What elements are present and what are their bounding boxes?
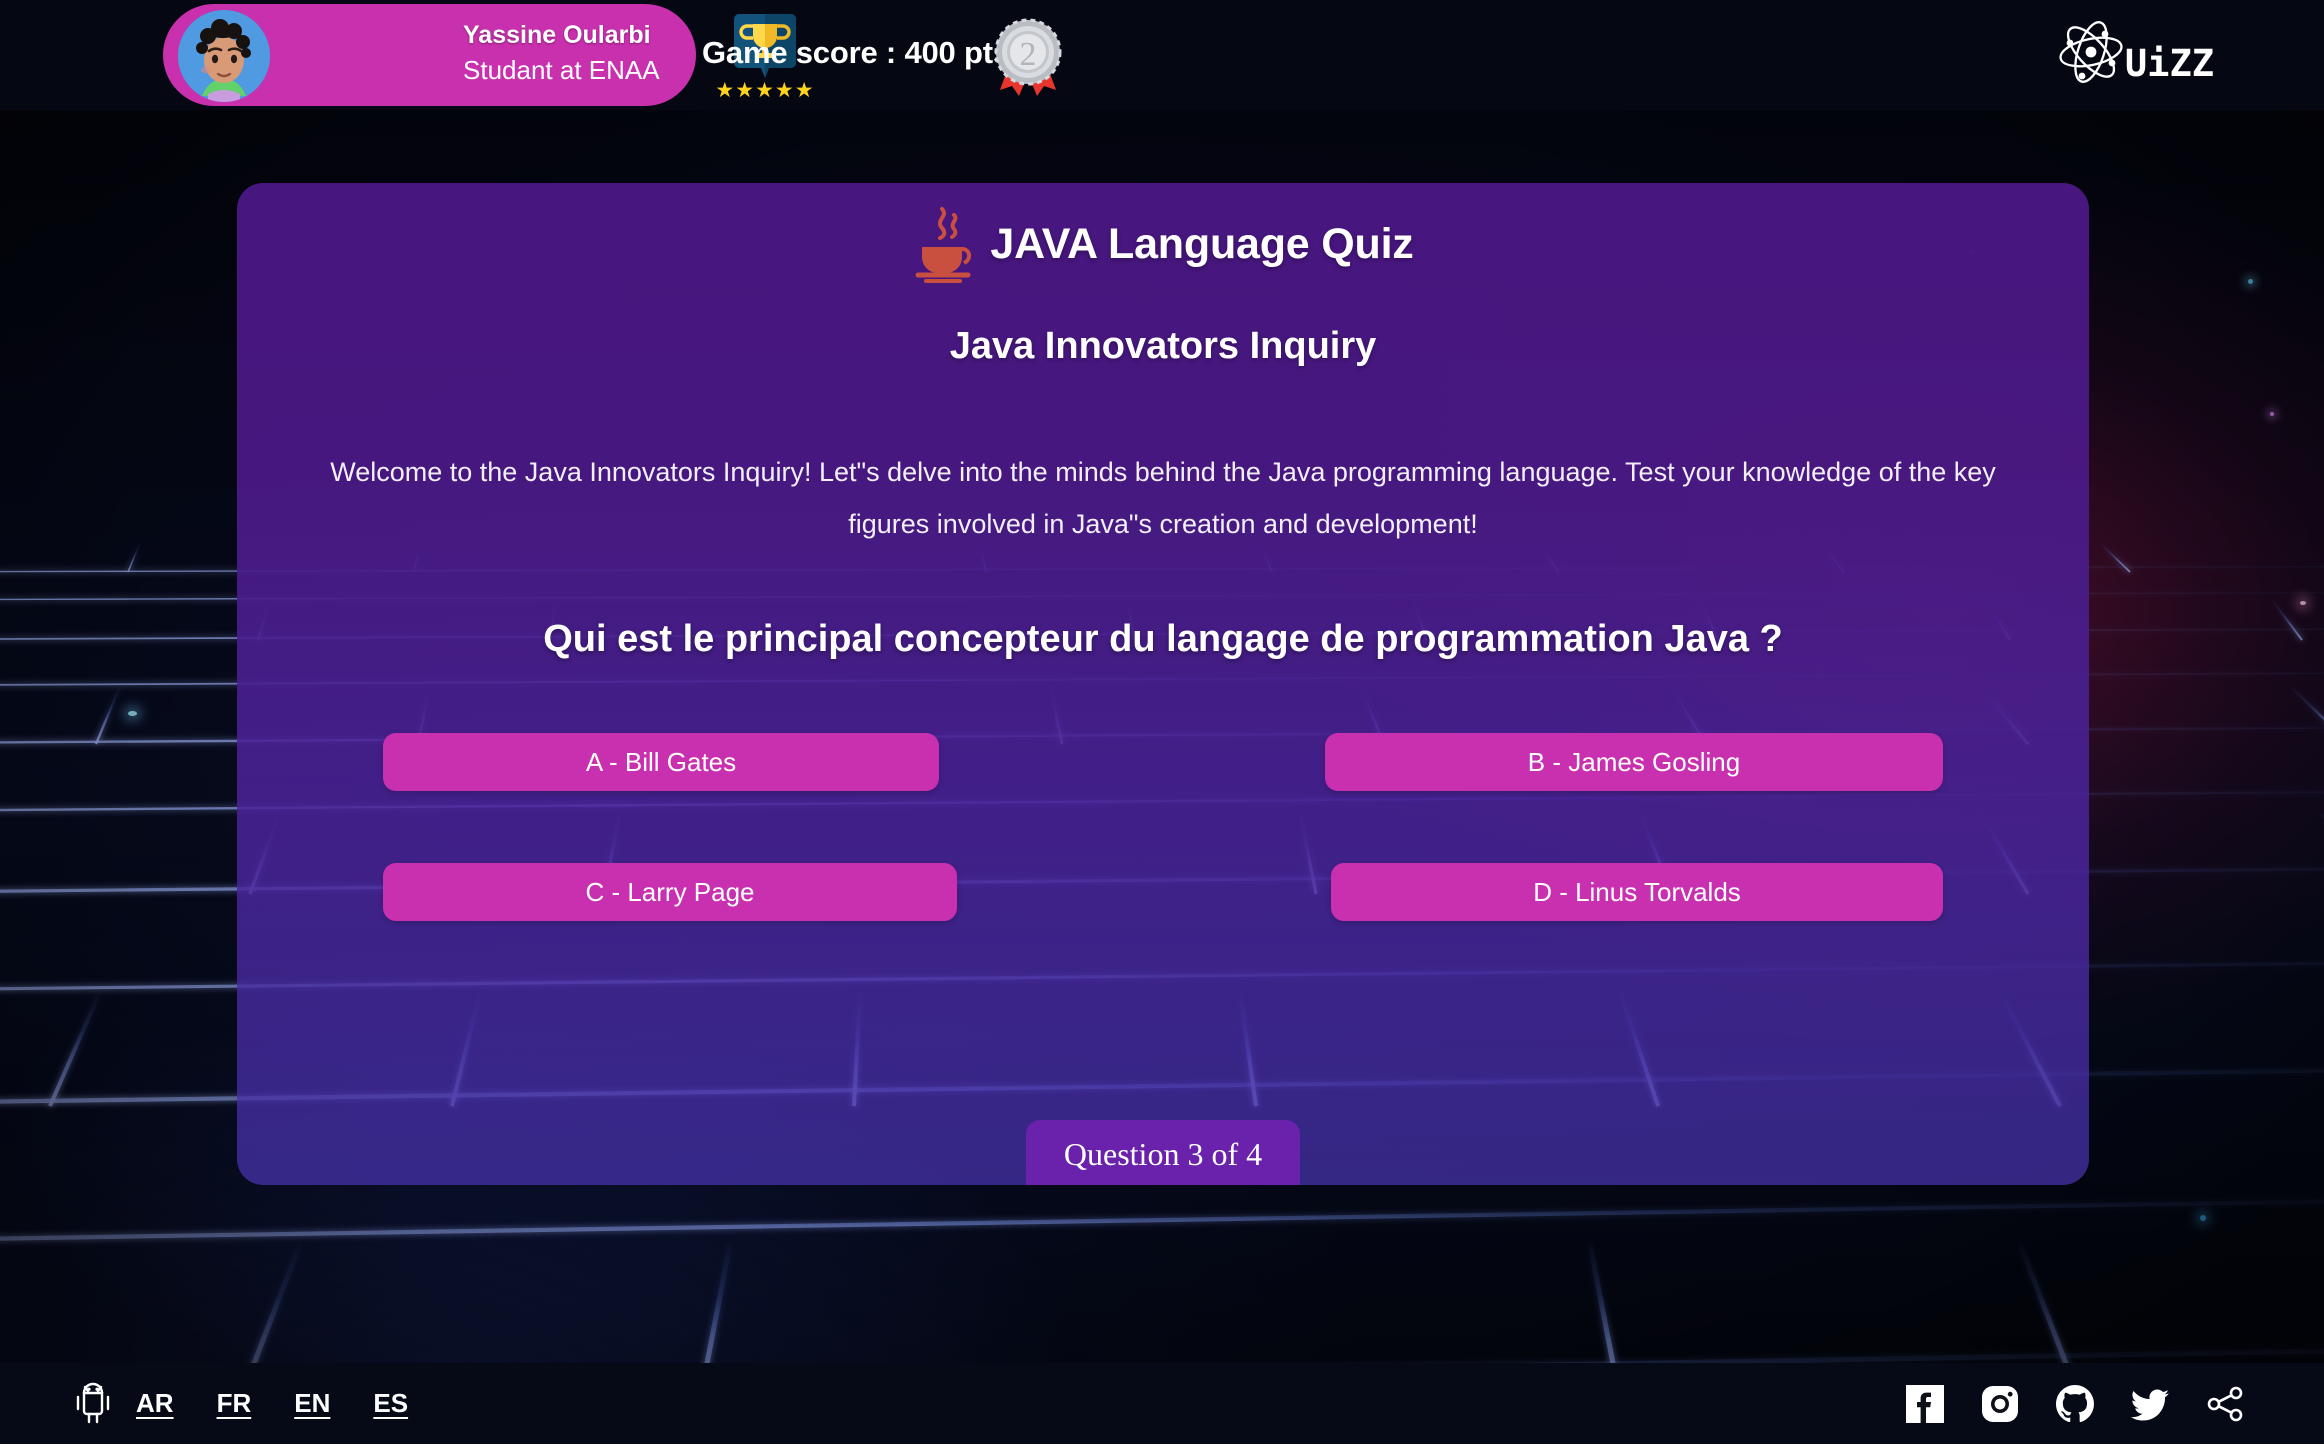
player-stars: ★★★★★ [715, 79, 815, 102]
lang-link-ar[interactable]: AR [136, 1388, 174, 1419]
instagram-icon[interactable] [1979, 1383, 2021, 1425]
lang-link-fr[interactable]: FR [217, 1388, 252, 1419]
github-icon[interactable] [2054, 1383, 2096, 1425]
answer-button-c[interactable]: C - Larry Page [383, 863, 957, 921]
atom-icon [2053, 14, 2129, 90]
social-links [1904, 1363, 2246, 1444]
answer-cell-d: D - Linus Torvalds [1163, 863, 1943, 921]
quiz-title-text: JAVA Language Quiz [990, 219, 1414, 268]
answer-button-a[interactable]: A - Bill Gates [383, 733, 939, 791]
quiz-title: JAVA Language Quiz [237, 205, 2089, 283]
question-text: Qui est le principal concepteur du langa… [543, 618, 1783, 660]
brand-logo[interactable]: UiZZ [2053, 14, 2214, 90]
player-chip[interactable]: Yassine Oularbi Studant at ENAA ★★★★★ [163, 4, 814, 106]
twitter-icon[interactable] [2129, 1383, 2171, 1425]
silver-medal-icon: 2 [988, 16, 1068, 96]
quiz-app: Yassine Oularbi Studant at ENAA ★★★★★ Ga… [0, 0, 2324, 1444]
player-info: Yassine Oularbi Studant at ENAA [463, 18, 733, 88]
player-role: Studant at ENAA [463, 55, 660, 85]
footer-left: AR FR EN ES [72, 1363, 451, 1444]
answer-cell-a: A - Bill Gates [383, 733, 1163, 791]
answer-cell-b: B - James Gosling [1163, 733, 1943, 791]
android-icon[interactable] [72, 1381, 114, 1427]
game-score-label: Game score : 400 pts [702, 35, 1010, 70]
share-icon[interactable] [2204, 1383, 2246, 1425]
question-counter: Question 3 of 4 [1025, 1120, 1301, 1185]
player-name: Yassine Oularbi [463, 21, 651, 49]
top-bar: Yassine Oularbi Studant at ENAA ★★★★★ Ga… [0, 0, 2324, 110]
quiz-card: JAVA Language Quiz Java Innovators Inqui… [237, 183, 2089, 1185]
avatar [178, 10, 270, 102]
lang-link-en[interactable]: EN [294, 1388, 330, 1419]
footer-bar: AR FR EN ES [0, 1363, 2324, 1444]
answer-button-b[interactable]: B - James Gosling [1325, 733, 1943, 791]
answer-button-d[interactable]: D - Linus Torvalds [1331, 863, 1943, 921]
answer-cell-c: C - Larry Page [383, 863, 1163, 921]
answer-options: A - Bill Gates B - James Gosling C - Lar… [383, 733, 1943, 921]
lang-link-es[interactable]: ES [373, 1388, 408, 1419]
question-counter-wrap: Question 3 of 4 [237, 1108, 2089, 1185]
brand-name: UiZZ [2124, 42, 2214, 85]
quiz-description: Welcome to the Java Innovators Inquiry! … [330, 457, 1996, 539]
java-cup-icon [912, 205, 974, 283]
svg-text:2: 2 [1020, 36, 1037, 73]
facebook-icon[interactable] [1904, 1383, 1946, 1425]
quiz-subtitle: Java Innovators Inquiry [949, 325, 1377, 367]
